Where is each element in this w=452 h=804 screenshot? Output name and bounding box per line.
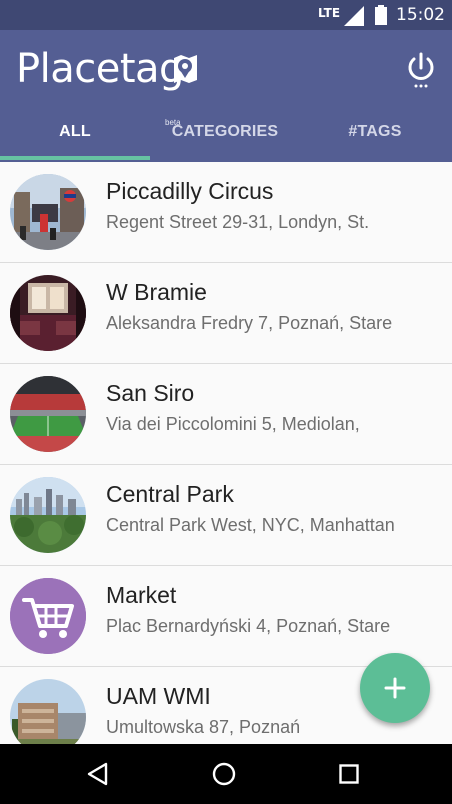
screen: LTE 15:02 Placetag beta ALL CATEGORIES #…	[0, 0, 452, 804]
tab-all[interactable]: ALL	[0, 112, 150, 160]
place-address: Via dei Piccolomini 5, Mediolan,	[106, 414, 360, 434]
list-item[interactable]: Central Park Central Park West, NYC, Man…	[0, 465, 452, 566]
navigation-bar	[0, 744, 452, 804]
network-type: LTE	[318, 6, 341, 20]
place-title: Market	[106, 582, 177, 608]
tab-bar: ALL CATEGORIES #TAGS	[0, 112, 452, 160]
place-title: San Siro	[106, 380, 195, 406]
list-item[interactable]: Market Plac Bernardyński 4, Poznań, Star…	[0, 566, 452, 667]
stadium-photo	[10, 376, 86, 452]
tab-categories[interactable]: CATEGORIES	[150, 112, 300, 160]
shopping-cart-icon	[10, 578, 86, 654]
list-item[interactable]: Piccadilly Circus Regent Street 29-31, L…	[0, 162, 452, 263]
list-item[interactable]: W Bramie Aleksandra Fredry 7, Poznań, St…	[0, 263, 452, 364]
pub-interior-photo	[10, 275, 86, 351]
place-title: W Bramie	[106, 279, 207, 305]
home-icon[interactable]	[212, 762, 236, 786]
place-address: Central Park West, NYC, Manhattan	[106, 515, 395, 535]
battery-icon	[375, 5, 387, 25]
app-logo-text: Placetag	[16, 46, 184, 92]
plus-icon	[384, 677, 406, 699]
back-icon[interactable]	[86, 762, 110, 786]
map-pin-icon	[174, 55, 197, 83]
park-skyline-photo	[10, 477, 86, 553]
london-street-photo	[10, 174, 86, 250]
place-title: UAM WMI	[106, 683, 211, 709]
app-bar: Placetag beta ALL CATEGORIES #TAGS	[0, 30, 452, 162]
add-place-button[interactable]	[360, 653, 430, 723]
place-address: Aleksandra Fredry 7, Poznań, Stare	[106, 313, 393, 333]
power-icon[interactable]	[404, 50, 438, 90]
tab-indicator	[0, 156, 150, 160]
status-bar: LTE 15:02	[0, 0, 452, 30]
place-title: Piccadilly Circus	[106, 178, 274, 204]
signal-icon	[344, 6, 364, 26]
recents-icon[interactable]	[339, 764, 359, 784]
place-address: Umultowska 87, Poznań	[106, 717, 301, 737]
place-title: Central Park	[106, 481, 234, 507]
tab-tags[interactable]: #TAGS	[300, 112, 450, 160]
place-address: Plac Bernardyński 4, Poznań, Stare	[106, 616, 391, 636]
clock: 15:02	[396, 5, 445, 25]
list-item[interactable]: San Siro Via dei Piccolomini 5, Mediolan…	[0, 364, 452, 465]
place-address: Regent Street 29-31, Londyn, St.	[106, 212, 370, 232]
